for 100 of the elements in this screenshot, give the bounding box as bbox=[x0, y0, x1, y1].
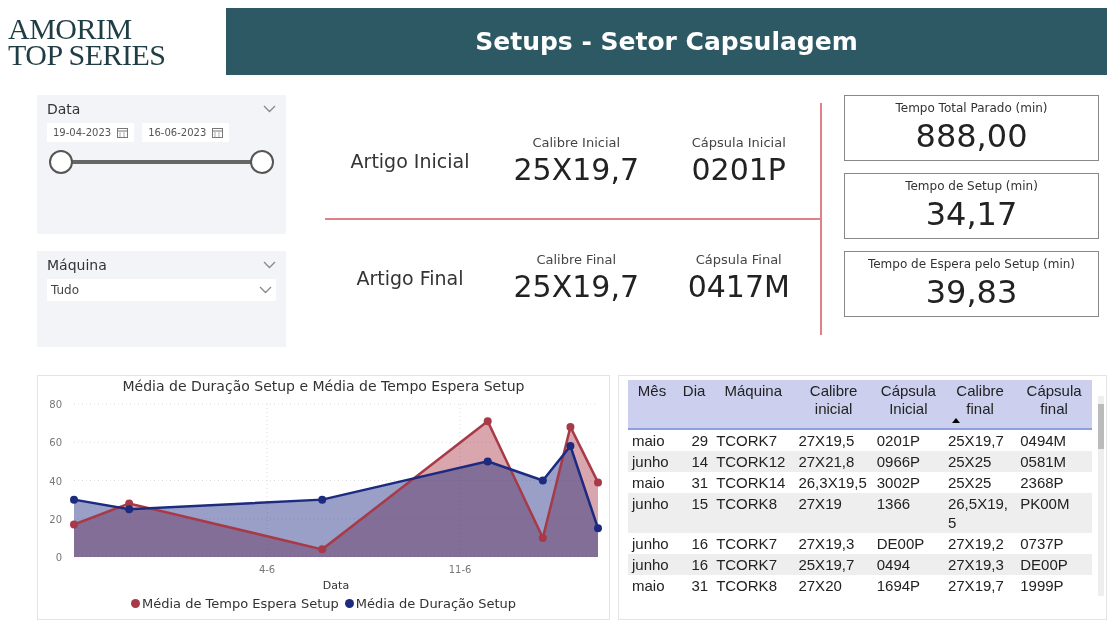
table-cell: 3002P bbox=[872, 472, 944, 493]
table-cell: junho bbox=[628, 493, 677, 533]
slicer-title: Data bbox=[47, 101, 81, 117]
article-label: Artigo Inicial bbox=[349, 149, 471, 172]
calendar-icon[interactable] bbox=[212, 127, 224, 138]
table-cell: PK00M bbox=[1016, 493, 1092, 533]
table-cell: 16 bbox=[676, 533, 713, 554]
dropdown[interactable]: Tudo bbox=[47, 279, 276, 301]
table-cell: TCORK14 bbox=[712, 472, 795, 493]
table-cell: TCORK7 bbox=[712, 533, 795, 554]
column-header[interactable]: Máquina bbox=[712, 380, 795, 429]
table-cell: TCORK8 bbox=[712, 493, 795, 533]
data-point[interactable] bbox=[317, 495, 326, 504]
chart-title: Média de Duração Setup e Média de Tempo Espera Setup bbox=[122, 378, 525, 394]
table-cell: 25X19,7 bbox=[794, 554, 873, 575]
table-cell: 27X19,3 bbox=[794, 533, 873, 554]
table-cell: 26,3X19,5 bbox=[794, 472, 873, 493]
legend-label: Média de Tempo Espera Setup bbox=[142, 596, 339, 611]
data-point[interactable] bbox=[483, 417, 492, 426]
data-point[interactable] bbox=[593, 524, 602, 533]
date-field[interactable]: 16-06-2023 bbox=[142, 123, 230, 142]
chevron-down-icon[interactable] bbox=[259, 286, 272, 294]
table-cell: DE00P bbox=[1016, 554, 1092, 575]
kpi-label: Tempo de Setup (min) bbox=[905, 179, 1038, 193]
table-cell: 0494M bbox=[1016, 429, 1092, 451]
calendar-icon[interactable] bbox=[117, 127, 129, 138]
table-cell: 16 bbox=[676, 554, 713, 575]
column-header[interactable]: Dia bbox=[676, 380, 713, 429]
scrollbar[interactable] bbox=[1098, 396, 1104, 596]
kpi-label: Tempo Total Parado (min) bbox=[895, 101, 1048, 115]
axis-tick-label: 20 bbox=[48, 513, 62, 525]
legend-label: Média de Duração Setup bbox=[355, 596, 516, 611]
table-cell: 1366 bbox=[872, 493, 944, 533]
field-value: 25X19,7 bbox=[513, 268, 639, 304]
table-cell: 2368P bbox=[1016, 472, 1092, 493]
table-cell: junho bbox=[628, 554, 677, 575]
axis-tick-label: 60 bbox=[48, 437, 62, 449]
table-cell: TCORK7 bbox=[712, 554, 795, 575]
article-label: Artigo Final bbox=[355, 266, 465, 289]
table-cell: 0494 bbox=[872, 554, 944, 575]
field-value: 25X19,7 bbox=[513, 151, 639, 187]
field-label: Cápsula Inicial bbox=[691, 134, 786, 150]
axis-tick-label: 11-6 bbox=[448, 564, 471, 575]
data-point[interactable] bbox=[565, 422, 574, 431]
field-value: 0417M bbox=[687, 268, 790, 304]
axis-tick-label: 80 bbox=[48, 399, 62, 410]
sort-ascending-icon bbox=[951, 418, 960, 423]
table-cell: 27X19,5 bbox=[794, 429, 873, 451]
table-cell: 25X25 bbox=[943, 472, 1017, 493]
field-label: Calibre Final bbox=[536, 251, 617, 267]
column-header[interactable]: Cápsula Inicial bbox=[872, 380, 944, 429]
table-cell: TCORK12 bbox=[712, 451, 795, 472]
axis-title: Data bbox=[322, 579, 349, 592]
field-label: Calibre Inicial bbox=[532, 134, 621, 150]
chevron-down-icon[interactable] bbox=[263, 261, 276, 269]
table-cell: 0581M bbox=[1016, 451, 1092, 472]
table-cell: 27X19 bbox=[794, 493, 873, 533]
table-cell: junho bbox=[628, 533, 677, 554]
slicer-title: Máquina bbox=[47, 257, 107, 273]
table-cell: 27X21,8 bbox=[794, 451, 873, 472]
data-point[interactable] bbox=[69, 520, 78, 529]
table-cell: 26,5X19,5 bbox=[943, 493, 1017, 533]
kpi-value: 39,83 bbox=[925, 273, 1018, 311]
data-point[interactable] bbox=[538, 476, 547, 485]
data-point[interactable] bbox=[483, 457, 492, 466]
table-cell: 31 bbox=[676, 472, 713, 493]
table-cell: 29 bbox=[676, 429, 713, 451]
kpi-label: Tempo de Espera pelo Setup (min) bbox=[867, 257, 1076, 271]
slider-track[interactable] bbox=[49, 150, 274, 174]
logo-text: TOP SERIES bbox=[8, 41, 167, 68]
column-header[interactable]: Calibre final bbox=[943, 380, 1017, 429]
table-cell: 14 bbox=[676, 451, 713, 472]
table-cell: DE00P bbox=[872, 533, 944, 554]
column-header[interactable]: Calibre inicial bbox=[794, 380, 873, 429]
table-cell: 0966P bbox=[872, 451, 944, 472]
table-cell: TCORK7 bbox=[712, 429, 795, 451]
column-header[interactable]: Mês bbox=[628, 380, 677, 429]
data-point[interactable] bbox=[593, 478, 602, 487]
axis-tick-label: 0 bbox=[55, 552, 62, 563]
table-cell: maio bbox=[628, 429, 677, 451]
table-cell: 25X25 bbox=[943, 451, 1017, 472]
date-field[interactable]: 19-04-2023 bbox=[47, 123, 135, 142]
page-title: Setups - Setor Capsulagem bbox=[475, 27, 858, 56]
table-cell: 27X19,7 bbox=[943, 575, 1017, 596]
chevron-down-icon[interactable] bbox=[263, 105, 276, 113]
slider-handle[interactable] bbox=[49, 150, 73, 174]
logo-text: AMORIM bbox=[8, 15, 133, 42]
data-point[interactable] bbox=[69, 495, 78, 504]
table-cell: 0737P bbox=[1016, 533, 1092, 554]
axis-tick-label: 40 bbox=[48, 475, 62, 487]
kpi-value: 888,00 bbox=[915, 117, 1028, 155]
field-value: 0201P bbox=[691, 151, 786, 187]
table-cell: 27X19,3 bbox=[943, 554, 1017, 575]
kpi-value: 34,17 bbox=[925, 195, 1018, 233]
table-cell: 15 bbox=[676, 493, 713, 533]
table-cell: maio bbox=[628, 472, 677, 493]
field-label: Cápsula Final bbox=[695, 251, 782, 267]
table-cell: 27X19,2 bbox=[943, 533, 1017, 554]
column-header[interactable]: Cápsula final bbox=[1016, 380, 1092, 429]
slider-handle[interactable] bbox=[250, 150, 274, 174]
